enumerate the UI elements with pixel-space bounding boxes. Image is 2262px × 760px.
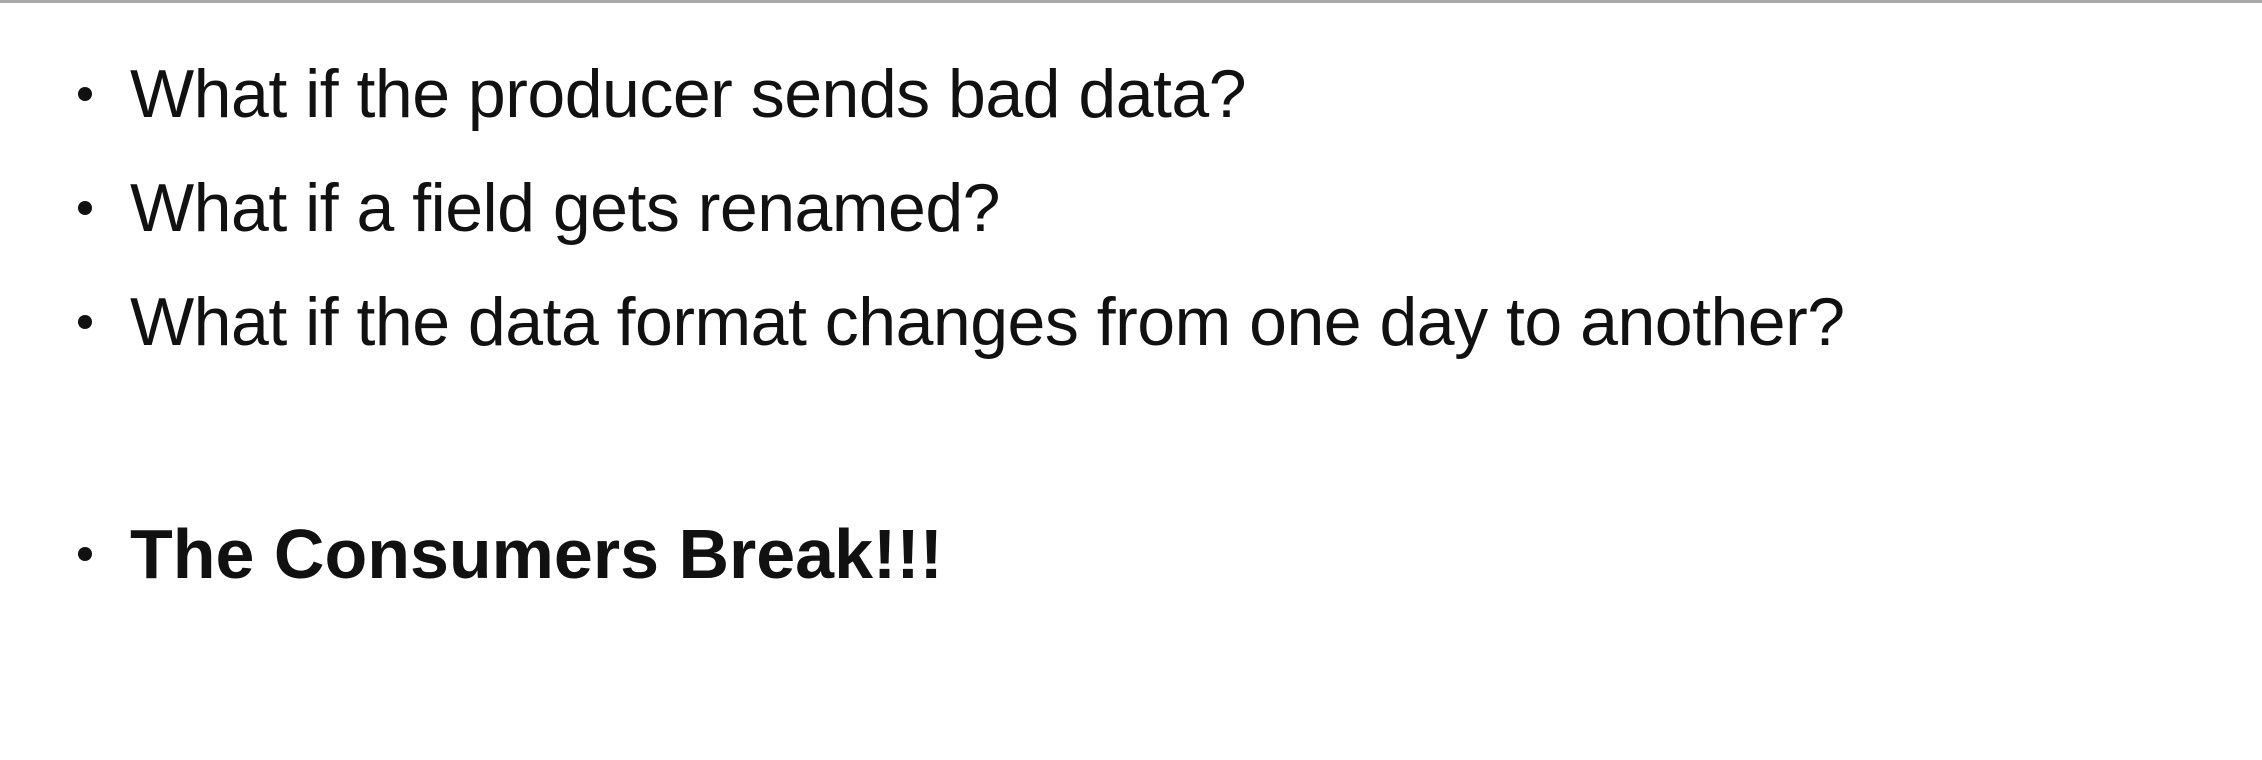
bullet-dot-icon xyxy=(78,547,92,561)
bullet-dot-icon xyxy=(78,315,92,329)
bullet-text: What if a field gets renamed? xyxy=(130,170,1000,246)
bullet-text: What if the producer sends bad data? xyxy=(130,56,1247,132)
conclusion-text: The Consumers Break!!! xyxy=(130,515,943,593)
bullet-dot-icon xyxy=(78,201,92,215)
bullet-item: What if the data format changes from one… xyxy=(78,282,1845,362)
bullet-item-conclusion: The Consumers Break!!! xyxy=(78,514,943,594)
bullet-dot-icon xyxy=(78,87,92,101)
bullet-item: What if the producer sends bad data? xyxy=(78,54,1247,134)
slide-content: What if the producer sends bad data? Wha… xyxy=(0,0,2262,760)
bullet-item: What if a field gets renamed? xyxy=(78,168,1000,248)
bullet-text: What if the data format changes from one… xyxy=(130,284,1845,360)
